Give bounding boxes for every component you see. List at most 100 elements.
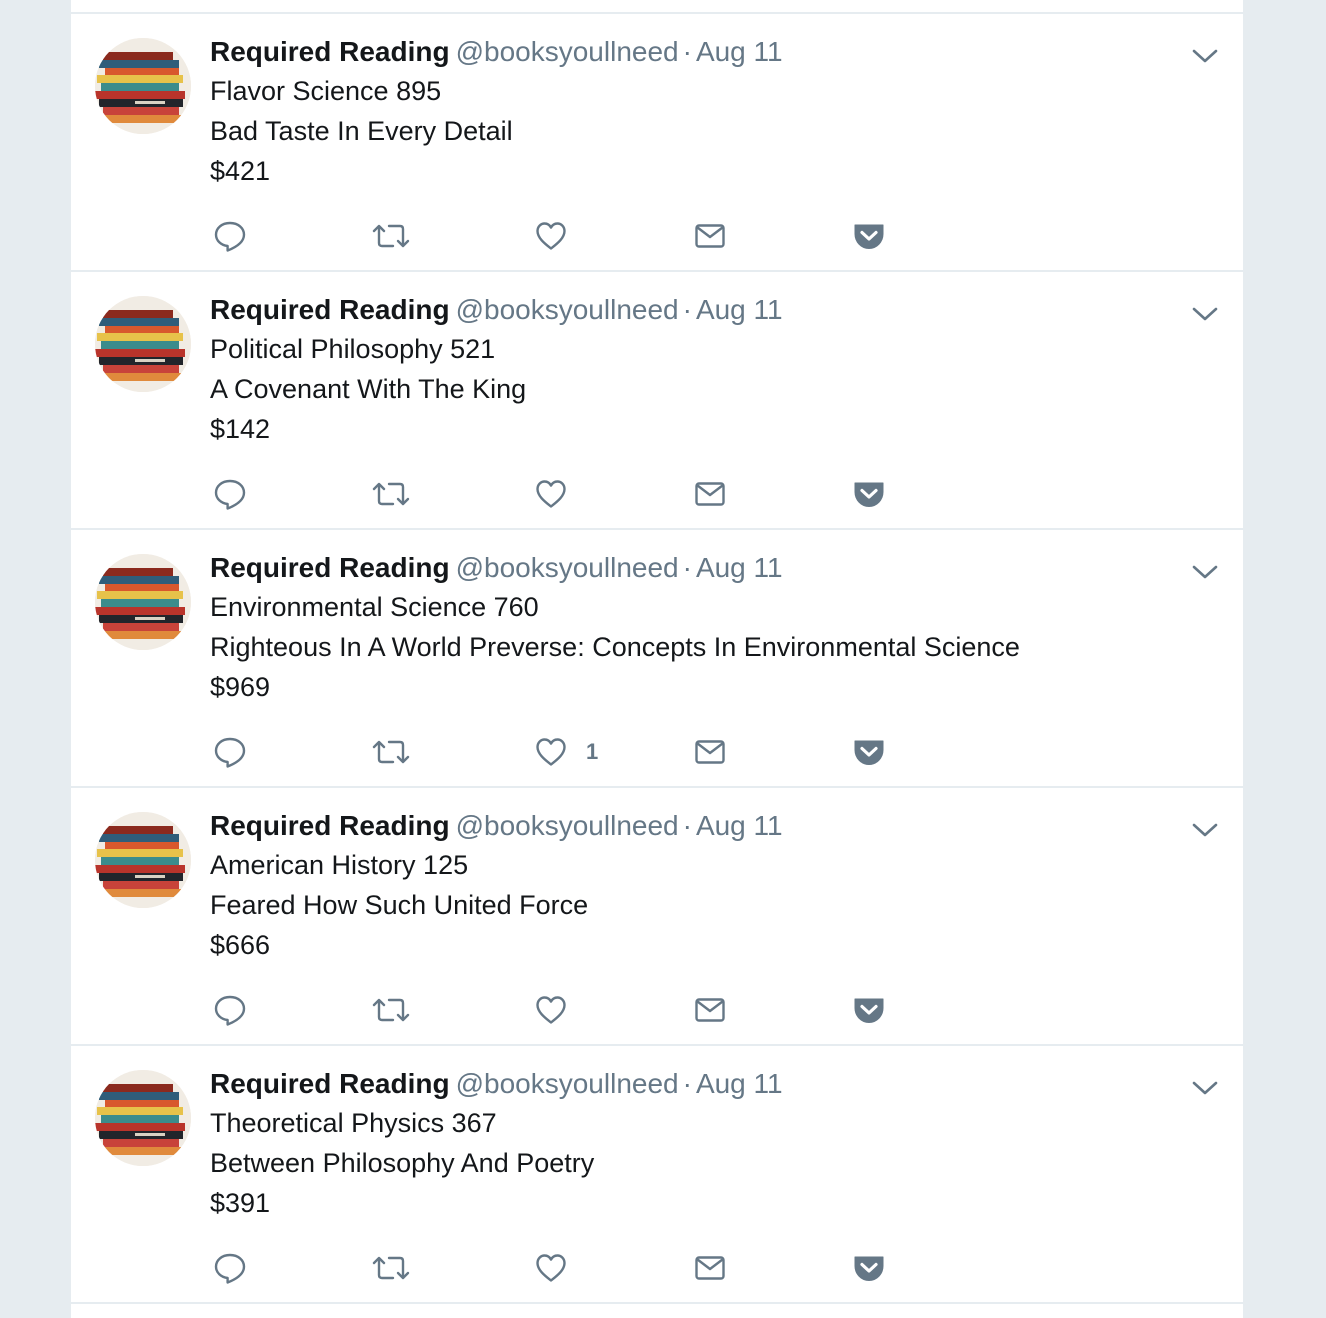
book-price: $666 [210,930,271,960]
course-title: Flavor Science 895 [210,76,442,106]
reply-button[interactable] [213,1246,247,1290]
save-to-pocket-button[interactable] [852,988,886,1032]
separator-dot: · [682,810,692,841]
direct-message-button[interactable] [693,988,727,1032]
chevron-down-icon[interactable] [1191,46,1219,66]
tweet-header: Required Reading @booksyoullneed · Aug 11 [210,808,783,844]
reply-button[interactable] [213,472,247,516]
save-to-pocket-button[interactable] [852,214,886,258]
author-handle[interactable]: @booksyoullneed [456,552,679,583]
pocket-icon [852,219,886,253]
pocket-icon [852,1251,886,1285]
reply-button[interactable] [213,214,247,258]
book-price: $421 [210,156,271,186]
envelope-icon [693,1251,727,1285]
retweet-icon [371,477,411,511]
book-title: Bad Taste In Every Detail [210,116,513,146]
chevron-down-icon[interactable] [1191,562,1219,582]
timestamp[interactable]: Aug 11 [696,810,783,841]
tweet[interactable]: Required Reading @booksyoullneed · Aug 11 En… [71,530,1243,788]
tweet[interactable]: Required Reading @booksyoullneed · Aug 11 Am… [71,788,1243,1046]
reply-button[interactable] [213,988,247,1032]
avatar[interactable] [95,554,191,650]
like-count: 1 [586,739,599,764]
author-handle[interactable]: @booksyoullneed [456,294,679,325]
course-title: Theoretical Physics 367 [210,1108,497,1138]
author-name[interactable]: Required Reading [210,552,450,583]
tweet-header: Required Reading @booksyoullneed · Aug 11 [210,292,783,328]
retweet-button[interactable] [371,730,411,774]
reply-icon [213,735,247,769]
tweet-actions [71,214,1243,258]
pocket-icon [852,993,886,1027]
book-title: Righteous In A World Preverse: Concepts … [210,632,1020,662]
timeline: Required Reading @booksyoullneed · Aug 11 Fl… [70,0,1244,1318]
reply-button[interactable] [213,730,247,774]
avatar[interactable] [95,1070,191,1166]
retweet-button[interactable] [371,988,411,1032]
author-handle[interactable]: @booksyoullneed [456,36,679,67]
like-button[interactable] [534,1246,586,1290]
chevron-down-icon[interactable] [1191,820,1219,840]
retweet-button[interactable] [371,214,411,258]
author-handle[interactable]: @booksyoullneed [456,1068,679,1099]
retweet-icon [371,1251,411,1285]
like-button[interactable] [534,214,586,258]
envelope-icon [693,219,727,253]
separator-dot: · [682,36,692,67]
timestamp[interactable]: Aug 11 [696,294,783,325]
course-title: Political Philosophy 521 [210,334,496,364]
envelope-icon [693,993,727,1027]
retweet-icon [371,993,411,1027]
envelope-icon [693,477,727,511]
author-name[interactable]: Required Reading [210,294,450,325]
heart-icon [534,993,568,1027]
heart-icon [534,219,568,253]
book-price: $969 [210,672,271,702]
author-name[interactable]: Required Reading [210,36,450,67]
author-name[interactable]: Required Reading [210,810,450,841]
reply-icon [213,993,247,1027]
reply-icon [213,1251,247,1285]
save-to-pocket-button[interactable] [852,730,886,774]
avatar[interactable] [95,812,191,908]
separator-dot: · [682,294,692,325]
retweet-button[interactable] [371,1246,411,1290]
book-price: $142 [210,414,271,444]
book-title: Feared How Such United Force [210,890,589,920]
book-price: $391 [210,1188,271,1218]
save-to-pocket-button[interactable] [852,472,886,516]
chevron-down-icon[interactable] [1191,304,1219,324]
timestamp[interactable]: Aug 11 [696,36,783,67]
timestamp[interactable]: Aug 11 [696,1068,783,1099]
pocket-icon [852,735,886,769]
course-title: Environmental Science 760 [210,592,539,622]
author-handle[interactable]: @booksyoullneed [456,810,679,841]
like-button[interactable] [534,988,586,1032]
like-button[interactable]: 1 [534,730,598,774]
direct-message-button[interactable] [693,472,727,516]
separator-dot: · [682,552,692,583]
separator-dot: · [682,1068,692,1099]
timestamp[interactable]: Aug 11 [696,552,783,583]
reply-icon [213,219,247,253]
tweet[interactable]: Required Reading @booksyoullneed · Aug 11 Po… [71,272,1243,530]
direct-message-button[interactable] [693,214,727,258]
book-title: A Covenant With The King [210,374,527,404]
envelope-icon [693,735,727,769]
tweet-actions [71,472,1243,516]
save-to-pocket-button[interactable] [852,1246,886,1290]
tweet[interactable]: Required Reading @booksyoullneed · Aug 11 Fl… [71,14,1243,272]
direct-message-button[interactable] [693,730,727,774]
author-name[interactable]: Required Reading [210,1068,450,1099]
retweet-button[interactable] [371,472,411,516]
tweet[interactable]: Required Reading @booksyoullneed · Aug 11 Th… [71,1046,1243,1304]
avatar[interactable] [95,38,191,134]
pocket-icon [852,477,886,511]
avatar[interactable] [95,296,191,392]
retweet-icon [371,219,411,253]
direct-message-button[interactable] [693,1246,727,1290]
chevron-down-icon[interactable] [1191,1078,1219,1098]
tweet-header: Required Reading @booksyoullneed · Aug 11 [210,34,783,70]
like-button[interactable] [534,472,586,516]
